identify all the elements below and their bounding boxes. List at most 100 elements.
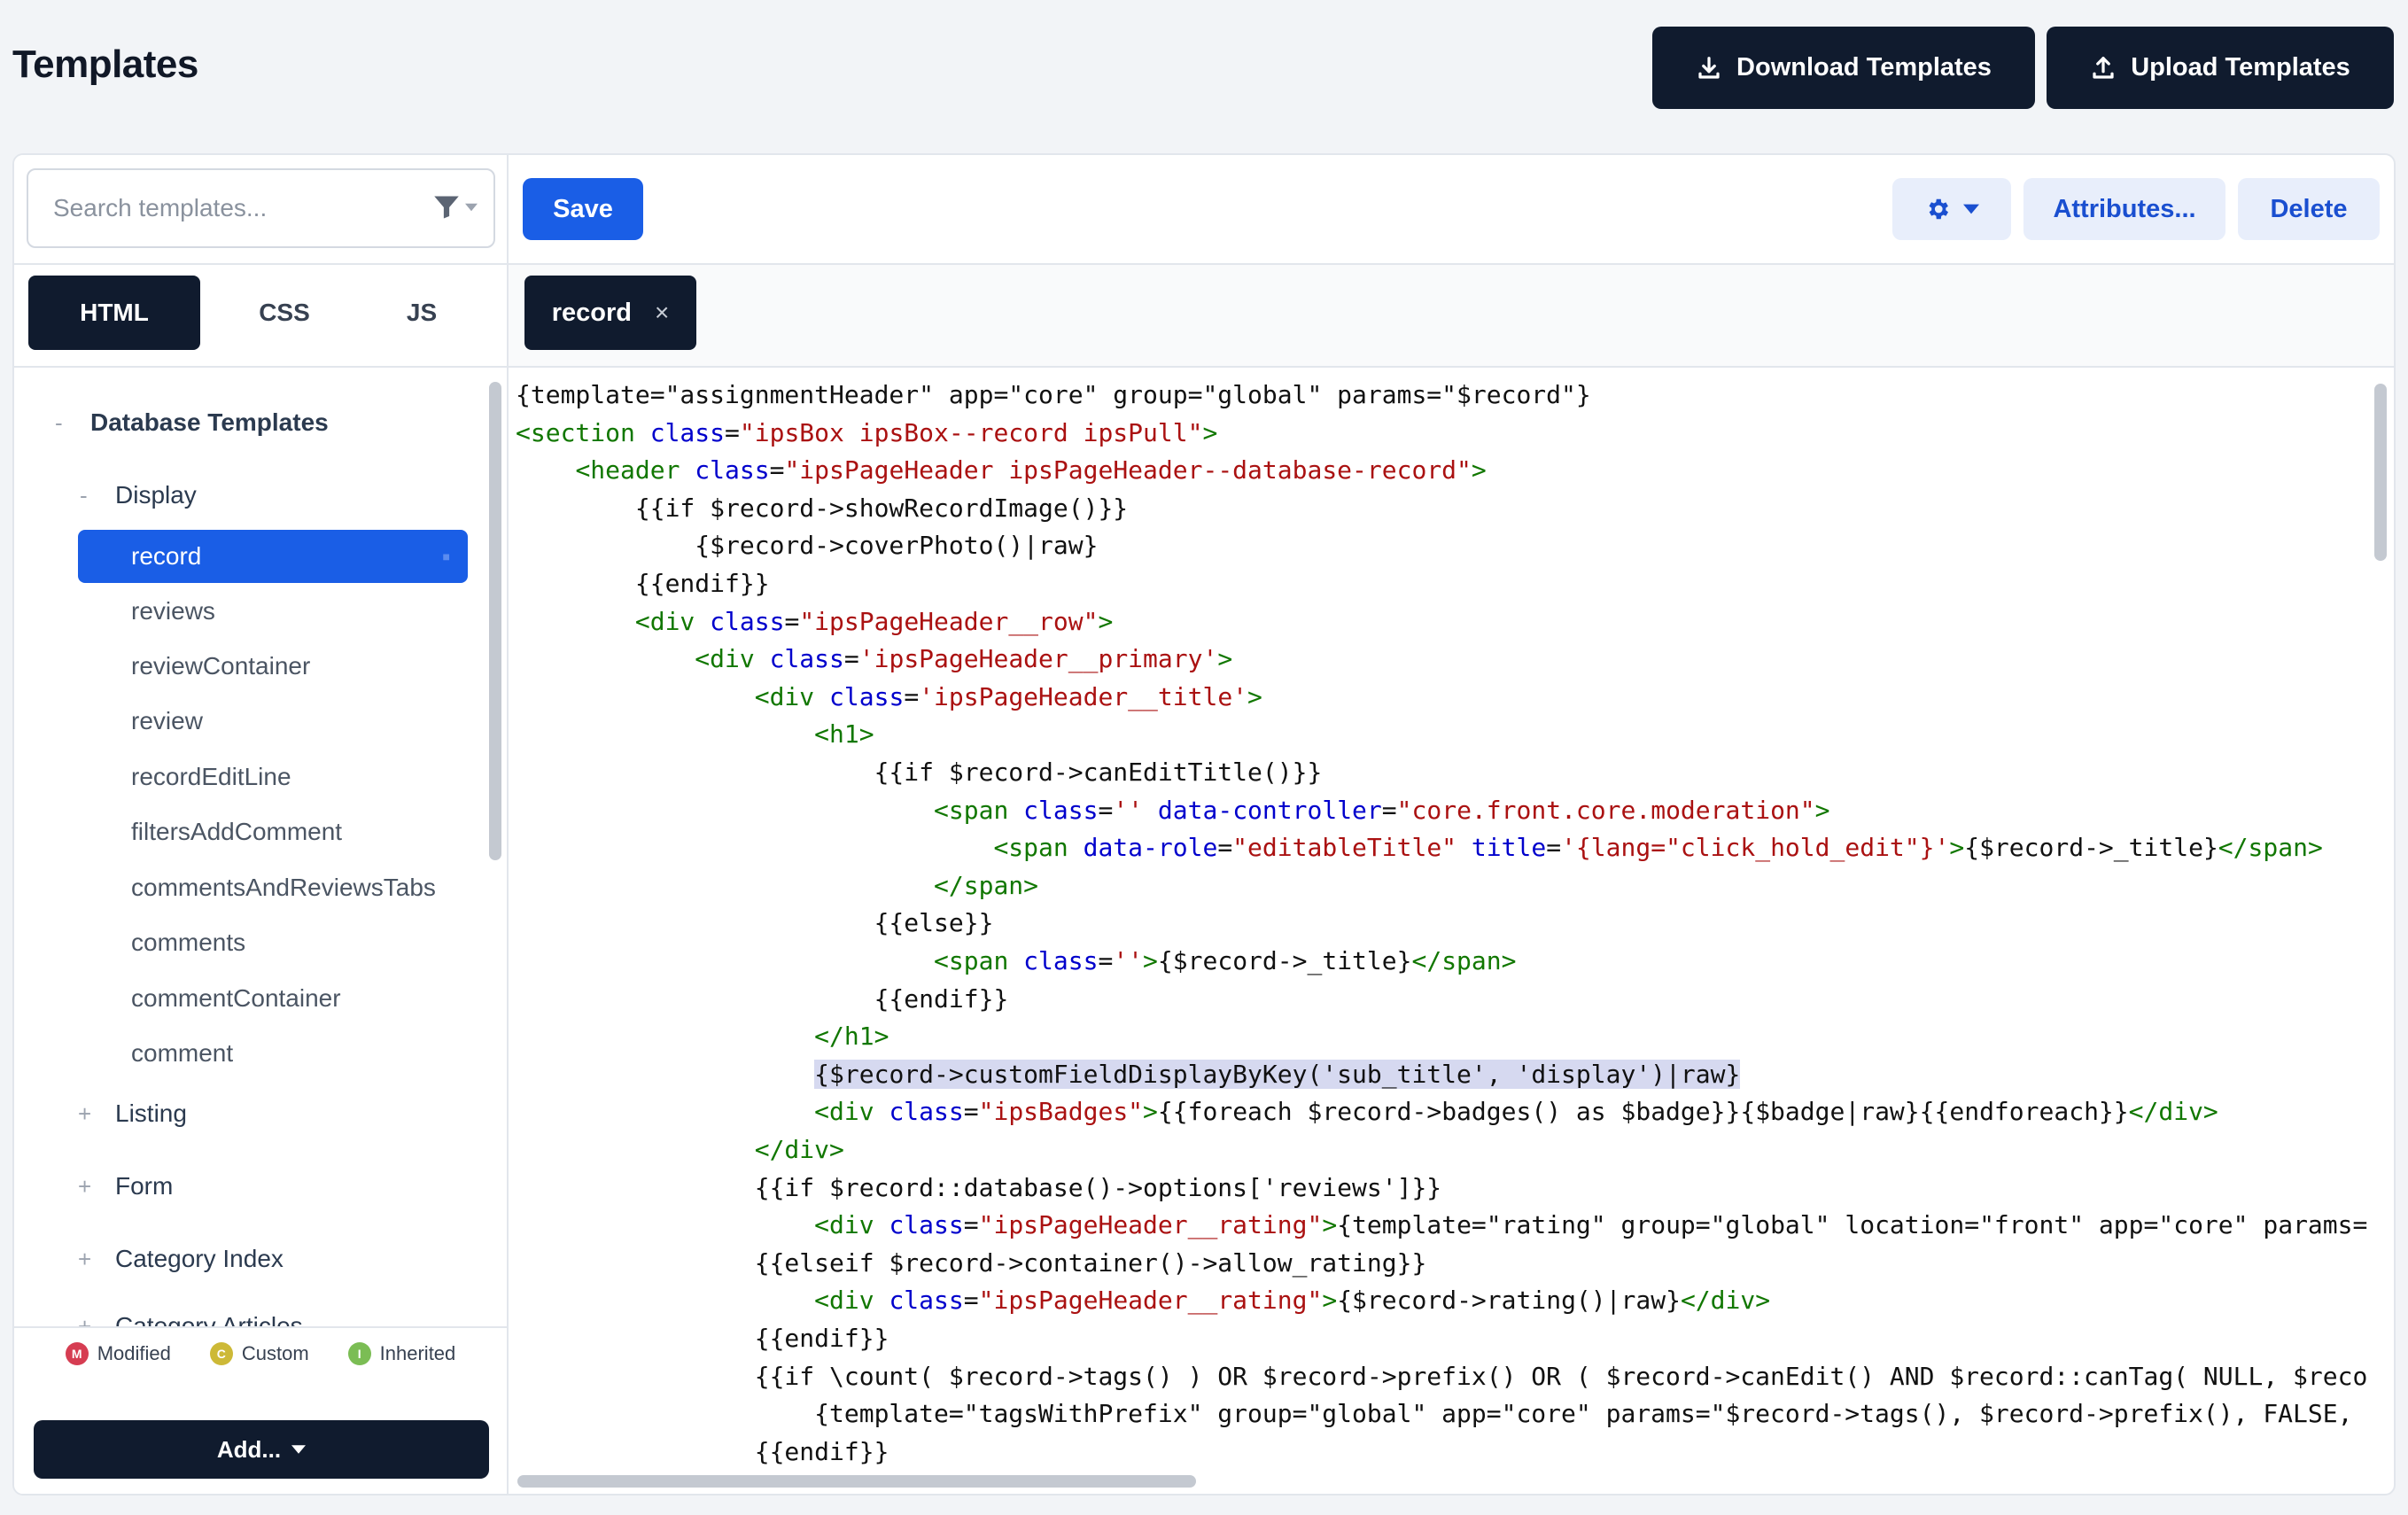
code-token: =	[904, 681, 920, 711]
tree-item-comments[interactable]: comments	[78, 916, 468, 969]
code-token: class	[889, 1286, 964, 1316]
code-token: =	[1546, 833, 1562, 863]
delete-button[interactable]: Delete	[2238, 178, 2380, 240]
tree-item-recordeditline[interactable]: recordEditLine	[78, 750, 468, 804]
caret-down-icon	[291, 1445, 307, 1454]
code-token: =	[769, 455, 785, 486]
code-line: {template="assignmentHeader" app="core" …	[516, 377, 1591, 414]
code-line: <div class="ipsPageHeader__rating">{$rec…	[516, 1282, 1770, 1319]
search-box	[27, 168, 495, 248]
upload-templates-button[interactable]: Upload Templates	[2047, 27, 2394, 109]
tree-item-reviewcontainer[interactable]: reviewContainer	[78, 640, 468, 693]
code-vertical-scrollbar[interactable]	[2371, 369, 2390, 1468]
code-token: "ipsPageHeader__rating"	[978, 1210, 1323, 1240]
download-icon	[1698, 56, 1720, 79]
code-token: =	[725, 417, 740, 447]
download-templates-button[interactable]: Download Templates	[1652, 27, 2035, 109]
code-token: {{foreach $record->badges() as $badge}}{…	[1157, 1097, 2129, 1127]
code-token: >	[1322, 1210, 1338, 1240]
legend-label: Custom	[241, 1342, 309, 1364]
code-horizontal-scrollbar-thumb[interactable]	[517, 1475, 1196, 1488]
tree-item-review[interactable]: review	[78, 695, 468, 748]
code-token: class	[695, 455, 770, 486]
code-token: <span	[993, 833, 1084, 863]
tree-item-record[interactable]: record ■	[78, 530, 468, 583]
code-horizontal-scrollbar[interactable]	[509, 1468, 2394, 1494]
expand-icon: +	[78, 1172, 92, 1200]
modified-badge-icon: M	[65, 1342, 89, 1365]
tree-item-commentsandreviewstabs[interactable]: commentsAndReviewsTabs	[78, 861, 468, 914]
tab-html[interactable]: HTML	[28, 276, 200, 350]
code-token: </div>	[754, 1135, 844, 1164]
open-file-tabs: record ×	[509, 263, 2394, 368]
code-token: >	[1471, 455, 1487, 486]
code-line: {{if \count( $record->tags() ) OR $recor…	[516, 1358, 2368, 1395]
add-template-button[interactable]: Add...	[34, 1420, 489, 1479]
code-token: {{if \count( $record->tags() ) OR $recor…	[516, 1361, 2368, 1391]
code-token: =	[963, 1097, 979, 1127]
file-tab-record[interactable]: record ×	[524, 276, 696, 350]
template-editor: Save Attributes... Delete record × {temp…	[509, 155, 2394, 1494]
filter-dropdown-button[interactable]	[433, 195, 478, 220]
code-token: '{lang="click_hold_edit"}'	[1561, 833, 1950, 863]
code-token: ''	[1113, 795, 1144, 825]
settings-dropdown-button[interactable]	[1892, 178, 2011, 240]
tree-scrollbar-thumb[interactable]	[489, 382, 501, 860]
code-editor[interactable]: {template="assignmentHeader" app="core" …	[509, 369, 2369, 1468]
code-token: =	[1381, 795, 1397, 825]
attributes-button[interactable]: Attributes...	[2023, 178, 2225, 240]
code-token: {{endif}}	[516, 1436, 889, 1466]
tree-item-comment[interactable]: comment	[78, 1027, 468, 1080]
close-icon[interactable]: ×	[655, 299, 669, 327]
code-line: {{endif}}	[516, 1320, 889, 1357]
code-token: {$record->rating()|raw}	[1337, 1286, 1681, 1316]
code-token: {{if $record->showRecordImage()}}	[516, 493, 1129, 523]
code-token: <span	[934, 795, 1024, 825]
code-token: </span>	[2218, 833, 2323, 863]
collapse-icon: -	[55, 408, 63, 436]
tree-group-label: Category Articles	[115, 1312, 303, 1326]
editor-toolbar: Save Attributes... Delete	[509, 155, 2394, 263]
code-token: class	[1023, 795, 1099, 825]
tree-item-reviews[interactable]: reviews	[78, 585, 468, 638]
tree-item-filtersaddcomment[interactable]: filtersAddComment	[78, 805, 468, 858]
tab-js[interactable]: JS	[369, 276, 475, 350]
code-token: class	[1023, 946, 1099, 975]
code-token: "core.front.core.moderation"	[1396, 795, 1815, 825]
code-line: {{endif}}	[516, 981, 1009, 1018]
collapse-icon: -	[80, 481, 88, 509]
code-token: =	[843, 644, 859, 674]
search-input[interactable]	[53, 194, 408, 222]
legend-label: Modified	[97, 1342, 171, 1364]
code-token: class	[889, 1210, 964, 1240]
tree-item-label: record	[131, 542, 202, 570]
code-token: =	[963, 1286, 979, 1316]
tree-item-commentcontainer[interactable]: commentContainer	[78, 972, 468, 1025]
upload-icon	[2093, 56, 2114, 79]
tree-group-label: Form	[115, 1172, 174, 1200]
code-line: {template="tagsWithPrefix" group="global…	[516, 1395, 2352, 1433]
download-templates-label: Download Templates	[1736, 53, 1992, 82]
tab-css[interactable]: CSS	[218, 276, 351, 350]
inherited-badge-icon: I	[347, 1342, 371, 1365]
code-line: </span>	[516, 867, 1038, 905]
code-token: {$record->_title}	[1157, 946, 1412, 975]
save-button[interactable]: Save	[523, 178, 643, 240]
code-token: </div>	[1680, 1286, 1771, 1316]
code-token: >	[1322, 1286, 1338, 1316]
code-line: {{if $record::database()->options['revie…	[516, 1169, 1441, 1207]
legend-custom: C Custom	[209, 1342, 309, 1365]
code-vertical-scrollbar-thumb[interactable]	[2374, 384, 2387, 561]
code-token: =	[963, 1210, 979, 1240]
legend-label: Inherited	[379, 1342, 456, 1364]
code-line: <span class='' data-controller="core.fro…	[516, 792, 1830, 829]
code-line: <section class="ipsBox ipsBox--record ip…	[516, 415, 1217, 452]
code-token: {{else}}	[516, 908, 994, 938]
tree-scrollbar[interactable]	[485, 369, 503, 1326]
